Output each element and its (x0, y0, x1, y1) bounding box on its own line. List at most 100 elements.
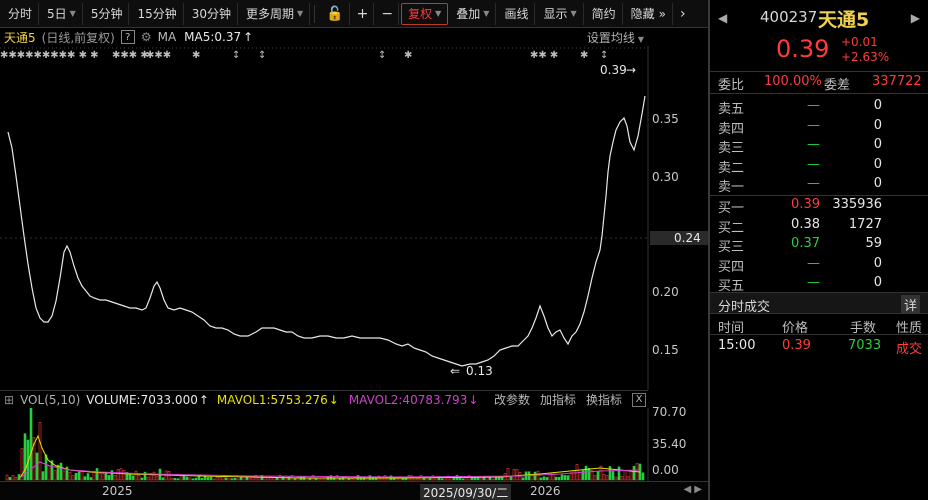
chevron-right-icon: » (658, 6, 666, 21)
list-item[interactable]: 买一 0.39 335936 (710, 195, 928, 216)
volume-bar (230, 478, 234, 481)
tick-price: 0.39 (782, 338, 811, 353)
lock-icon[interactable]: 🔓 (321, 2, 350, 25)
grid-icon[interactable]: ⊞ (4, 393, 14, 407)
change-pct: +2.63% (841, 50, 890, 64)
book-level-label: 卖二 (718, 160, 745, 176)
next-stock-icon[interactable]: ▶ (911, 11, 920, 25)
zoom-in-icon[interactable]: + (352, 2, 375, 25)
volume-bar (191, 478, 195, 481)
volume-bar (293, 478, 297, 481)
volume-bar (95, 468, 99, 481)
book-level-qty: 0 (873, 137, 882, 153)
list-item[interactable]: 卖二 — 0 (710, 155, 928, 176)
volume-bar (188, 477, 192, 481)
price-chart[interactable]: ✱✱✱✱✱✱✱✱✱ ✱ ✱ ✱✱✱ ✱ ✱✱✱ ✱ ↕ ↕ ↕ ✱ ✱✱ ✱ ✱… (0, 46, 650, 390)
book-level-label: 卖一 (718, 180, 745, 196)
volume-bar (113, 474, 117, 481)
scroll-arrows-icon[interactable]: ◀ ▶ (683, 484, 702, 495)
tab-more-periods[interactable]: 更多周期 ▼ (240, 2, 311, 25)
volume-tick: 0.00 (652, 463, 679, 477)
tab-15min[interactable]: 15分钟 (131, 2, 184, 25)
ma-settings-button[interactable]: 设置均线 ▼ (587, 29, 644, 46)
add-indicator-button[interactable]: 加指标 (540, 391, 576, 408)
volume-tick: 35.40 (652, 437, 687, 451)
ticks-title-bar: 分时成交 详 (710, 292, 928, 315)
volume-bar (131, 475, 135, 481)
book-level-price: 0.39 (791, 197, 820, 212)
book-level-price: 0.37 (791, 236, 820, 252)
close-icon[interactable]: X (632, 392, 646, 407)
list-item[interactable]: 买二 0.38 1727 (710, 215, 928, 236)
volume-bar (617, 466, 621, 481)
volume-bar (59, 462, 63, 481)
volume-bar (560, 474, 564, 481)
volume-bar (179, 476, 183, 481)
volume-bar (551, 472, 555, 481)
tab-fenshi[interactable]: 分时 (2, 2, 40, 25)
volume-bars (5, 408, 645, 481)
volume-bar (89, 477, 93, 481)
prev-stock-icon[interactable]: ◀ (718, 11, 727, 25)
edit-params-button[interactable]: 改参数 (494, 391, 530, 408)
volume-bar (137, 475, 141, 481)
order-ratio-row: 委比 100.00% 委差 337722 (710, 72, 928, 93)
book-level-qty: 0 (873, 156, 882, 172)
volume-bar (500, 476, 504, 481)
volume-chart[interactable] (0, 408, 650, 481)
volume-bar (101, 473, 105, 481)
volume-bar (62, 470, 66, 481)
draw-line-button[interactable]: 画线 (498, 2, 536, 25)
price-change: +0.01 +2.63% (841, 35, 889, 65)
list-item[interactable]: 买三 0.37 59 (710, 234, 928, 255)
volume-bar (17, 474, 21, 481)
volume-bar (170, 477, 174, 481)
next-arrow-icon[interactable]: › (675, 3, 691, 25)
date-label: 2026 (530, 484, 561, 498)
volume-bar (572, 470, 576, 481)
zoom-out-icon[interactable]: − (376, 2, 400, 25)
details-button[interactable]: 详 (900, 295, 920, 314)
volume-bar (74, 472, 78, 481)
tab-5min[interactable]: 5分钟 (85, 2, 130, 25)
volume-bar (395, 478, 399, 481)
display-button[interactable]: 显示 ▼ (537, 2, 584, 25)
tab-5day[interactable]: 5日 ▼ (41, 2, 83, 25)
list-item[interactable]: 买四 — 0 (710, 254, 928, 275)
hide-button[interactable]: 隐藏» (625, 2, 673, 25)
book-level-label: 卖五 (718, 102, 745, 117)
quote-header: ◀ 400237 天通5 ▶ 0.39 +0.01 +2.63% (710, 0, 928, 72)
book-level-price: — (807, 176, 820, 192)
volume-bar (593, 475, 597, 481)
event-marker: ✱✱✱ (146, 50, 171, 61)
volume-bar (602, 473, 606, 481)
volume-bar (533, 471, 537, 481)
mavol2-value: MAVOL2:40783.793 (348, 392, 468, 407)
volume-bar (227, 478, 231, 481)
arrow-right-icon: → (626, 63, 636, 77)
ticks-title: 分时成交 (718, 300, 771, 315)
switch-indicator-button[interactable]: 换指标 (586, 391, 622, 408)
volume-bar (611, 471, 615, 481)
tab-label: 30分钟 (191, 7, 232, 21)
volume-bar (203, 476, 207, 481)
chevron-down-icon: ▼ (637, 34, 644, 44)
fuquan-button[interactable]: 复权 ▼ (401, 2, 449, 25)
list-item[interactable]: 卖一 — 0 (710, 174, 928, 196)
volume-bar (77, 471, 81, 481)
list-item[interactable]: 买五 —0 (710, 273, 928, 294)
help-button[interactable]: ? (120, 30, 135, 44)
simple-mode-button[interactable]: 简约 (586, 2, 623, 25)
book-level-qty: 0 (873, 117, 882, 133)
volume-bar (11, 475, 15, 481)
list-item[interactable]: 卖四 — 0 (710, 116, 928, 137)
gear-icon[interactable]: ⚙ (141, 30, 152, 44)
overlay-button[interactable]: 叠加 ▼ (450, 2, 497, 25)
tick-time: 15:00 (718, 338, 756, 353)
tab-30min[interactable]: 30分钟 (186, 2, 239, 25)
display-label: 显示 (543, 7, 568, 21)
list-item[interactable]: 卖三 — 0 (710, 135, 928, 156)
list-item[interactable]: 卖五 — 0 (710, 96, 928, 117)
event-marker: ✱✱ ✱ (530, 50, 558, 61)
volume-bar (140, 477, 144, 481)
